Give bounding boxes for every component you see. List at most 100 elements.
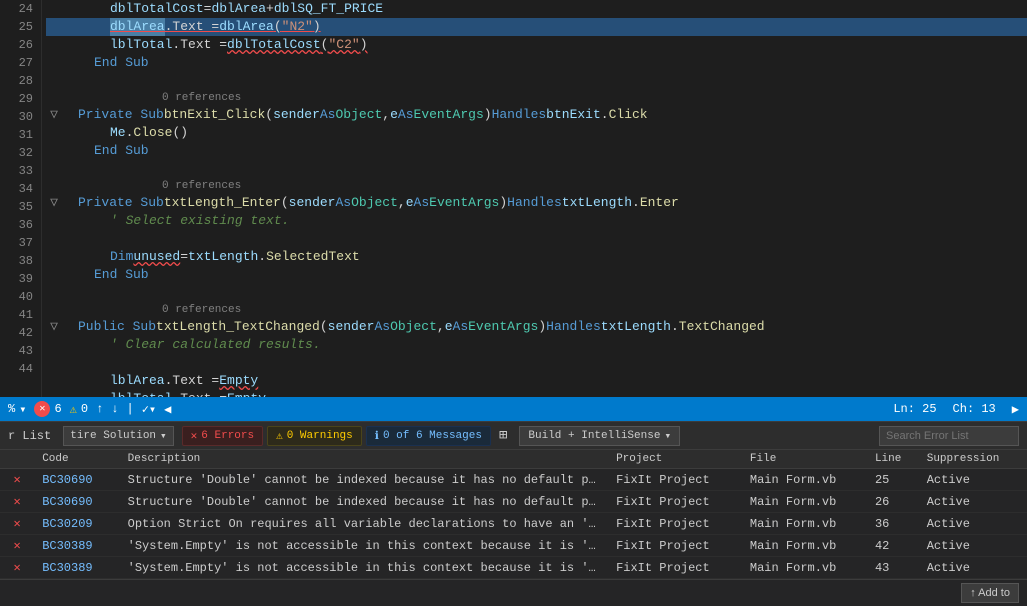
error-row-code-1: BC30690: [34, 491, 119, 513]
build-dropdown[interactable]: Build + IntelliSense ▾: [519, 426, 680, 446]
code-content[interactable]: dblTotalCost = dblArea + dblSQ_FT_PRICE …: [42, 0, 1027, 397]
error-row-file-2: Main Form.vb: [742, 513, 867, 535]
warning-status[interactable]: ⚠ 0: [70, 402, 88, 417]
code-line-32: [46, 160, 1027, 178]
code-container: 24 25 26 27 28 29 30 31 32 33 34 35 36 3…: [0, 0, 1027, 397]
checkmark-menu[interactable]: ✓▾: [142, 402, 156, 417]
zoom-level[interactable]: % ▾: [8, 402, 26, 417]
error-row-icon-3: ✕: [0, 535, 34, 557]
error-status[interactable]: ✕ 6: [34, 401, 61, 417]
col-header-project[interactable]: Project: [608, 450, 742, 469]
error-row-file-3: Main Form.vb: [742, 535, 867, 557]
error-row-desc-3: 'System.Empty' is not accessible in this…: [120, 535, 608, 557]
scope-dropdown-icon: ▾: [160, 429, 167, 443]
filter-messages-btn[interactable]: ℹ 0 of 6 Messages: [366, 426, 491, 446]
error-row-desc-2: Option Strict On requires all variable d…: [120, 513, 608, 535]
error-row-suppression-1: Active: [919, 491, 1027, 513]
error-row-desc-1: Structure 'Double' cannot be indexed bec…: [120, 491, 608, 513]
ref-comment-33: 0 references: [46, 178, 1027, 194]
code-line-41: [46, 354, 1027, 372]
error-row-project-3: FixIt Project: [608, 535, 742, 557]
filter-icon[interactable]: |: [126, 402, 133, 416]
code-line-42: lblArea .Text = Empty: [46, 372, 1027, 390]
error-row-line-2: 36: [867, 513, 919, 535]
col-header-desc[interactable]: Description: [120, 450, 608, 469]
zoom-dropdown-icon[interactable]: ▾: [19, 402, 26, 417]
code-line-25: dblArea .Text = dblArea ( "N2" ): [46, 18, 1027, 36]
code-line-36: Dim unused = txtLength . SelectedText: [46, 248, 1027, 266]
col-header-suppression[interactable]: Suppression: [919, 450, 1027, 469]
error-count: 6: [54, 402, 61, 416]
table-row[interactable]: ✕ BC30690 Structure 'Double' cannot be i…: [0, 491, 1027, 513]
error-list-panel: r List tire Solution ▾ ✕ 6 Errors ⚠ 0 Wa…: [0, 421, 1027, 606]
code-line-28: [46, 72, 1027, 90]
table-row[interactable]: ✕ BC30389 'System.Empty' is not accessib…: [0, 557, 1027, 579]
code-line-40: ' Clear calculated results.: [46, 336, 1027, 354]
error-row-code-0: BC30690: [34, 469, 119, 491]
build-label: Build + IntelliSense: [528, 430, 660, 442]
error-row-file-1: Main Form.vb: [742, 491, 867, 513]
col-header-file[interactable]: File: [742, 450, 867, 469]
zoom-text: %: [8, 402, 15, 416]
code-line-35: [46, 230, 1027, 248]
search-error-input[interactable]: [879, 426, 1019, 446]
ref-comment-29: 0 references: [46, 90, 1027, 106]
error-row-line-0: 25: [867, 469, 919, 491]
error-row-project-4: FixIt Project: [608, 557, 742, 579]
filter-options-icon[interactable]: ⊞: [495, 427, 511, 444]
scroll-left-btn[interactable]: ◀: [164, 402, 171, 417]
cursor-position: Ln: 25 Ch: 13: [893, 402, 995, 416]
error-row-code-4: BC30389: [34, 557, 119, 579]
scroll-right-btn[interactable]: ▶: [1012, 402, 1019, 417]
error-row-suppression-2: Active: [919, 513, 1027, 535]
col-header-icon: [0, 450, 34, 469]
col-header-line[interactable]: Line: [867, 450, 919, 469]
col-header-code[interactable]: Code: [34, 450, 119, 469]
col-num: Ch: 13: [953, 402, 996, 416]
error-list-title: r List: [8, 429, 51, 443]
code-line-26: lblTotal .Text = dblTotalCost ( "C2" ): [46, 36, 1027, 54]
error-row-icon-4: ✕: [0, 557, 34, 579]
error-row-file-4: Main Form.vb: [742, 557, 867, 579]
error-row-file-0: Main Form.vb: [742, 469, 867, 491]
code-line-27: End Sub: [46, 54, 1027, 72]
table-row[interactable]: ✕ BC30690 Structure 'Double' cannot be i…: [0, 469, 1027, 491]
code-line-24: dblTotalCost = dblArea + dblSQ_FT_PRICE: [46, 0, 1027, 18]
error-row-code-2: BC30209: [34, 513, 119, 535]
table-row[interactable]: ✕ BC30209 Option Strict On requires all …: [0, 513, 1027, 535]
nav-up-btn[interactable]: ↑: [96, 402, 103, 416]
status-bar: % ▾ ✕ 6 ⚠ 0 ↑ ↓ | ✓▾ ◀ Ln: 25 Ch: 13 ▶: [0, 397, 1027, 421]
scope-label: tire Solution: [70, 430, 156, 442]
error-list-header: r List tire Solution ▾ ✕ 6 Errors ⚠ 0 Wa…: [0, 422, 1027, 450]
error-filter-icon: ✕: [191, 429, 198, 443]
editor-area: 24 25 26 27 28 29 30 31 32 33 34 35 36 3…: [0, 0, 1027, 397]
info-filter-icon: ℹ: [375, 429, 379, 443]
code-line-29: ▽ Private Sub btnExit_Click ( sender As …: [46, 106, 1027, 124]
nav-down-btn[interactable]: ↓: [111, 402, 118, 416]
warning-count: 0: [81, 402, 88, 416]
error-row-code-3: BC30389: [34, 535, 119, 557]
error-table: Code Description Project File Line Suppr…: [0, 450, 1027, 579]
error-badge: ✕: [34, 401, 50, 417]
code-line-33: ▽ Private Sub txtLength_Enter ( sender A…: [46, 194, 1027, 212]
error-row-line-3: 42: [867, 535, 919, 557]
table-row[interactable]: ✕ BC30389 'System.Empty' is not accessib…: [0, 535, 1027, 557]
error-row-icon-2: ✕: [0, 513, 34, 535]
error-row-suppression-3: Active: [919, 535, 1027, 557]
warning-filter-label: 0 Warnings: [287, 430, 353, 442]
error-row-desc-4: 'System.Empty' is not accessible in this…: [120, 557, 608, 579]
error-row-line-4: 43: [867, 557, 919, 579]
filter-warnings-btn[interactable]: ⚠ 0 Warnings: [267, 426, 362, 446]
scope-dropdown[interactable]: tire Solution ▾: [63, 426, 173, 446]
table-header-row: Code Description Project File Line Suppr…: [0, 450, 1027, 469]
bottom-actions: ↑ Add to: [0, 579, 1027, 606]
code-line-31: End Sub: [46, 142, 1027, 160]
error-row-project-0: FixIt Project: [608, 469, 742, 491]
code-line-43: lblTotal .Text = Empty: [46, 390, 1027, 397]
error-row-suppression-4: Active: [919, 557, 1027, 579]
error-row-suppression-0: Active: [919, 469, 1027, 491]
error-row-line-1: 26: [867, 491, 919, 513]
filter-errors-btn[interactable]: ✕ 6 Errors: [182, 426, 263, 446]
warning-icon: ⚠: [70, 402, 77, 417]
add-to-suppression-btn[interactable]: ↑ Add to: [961, 583, 1019, 603]
